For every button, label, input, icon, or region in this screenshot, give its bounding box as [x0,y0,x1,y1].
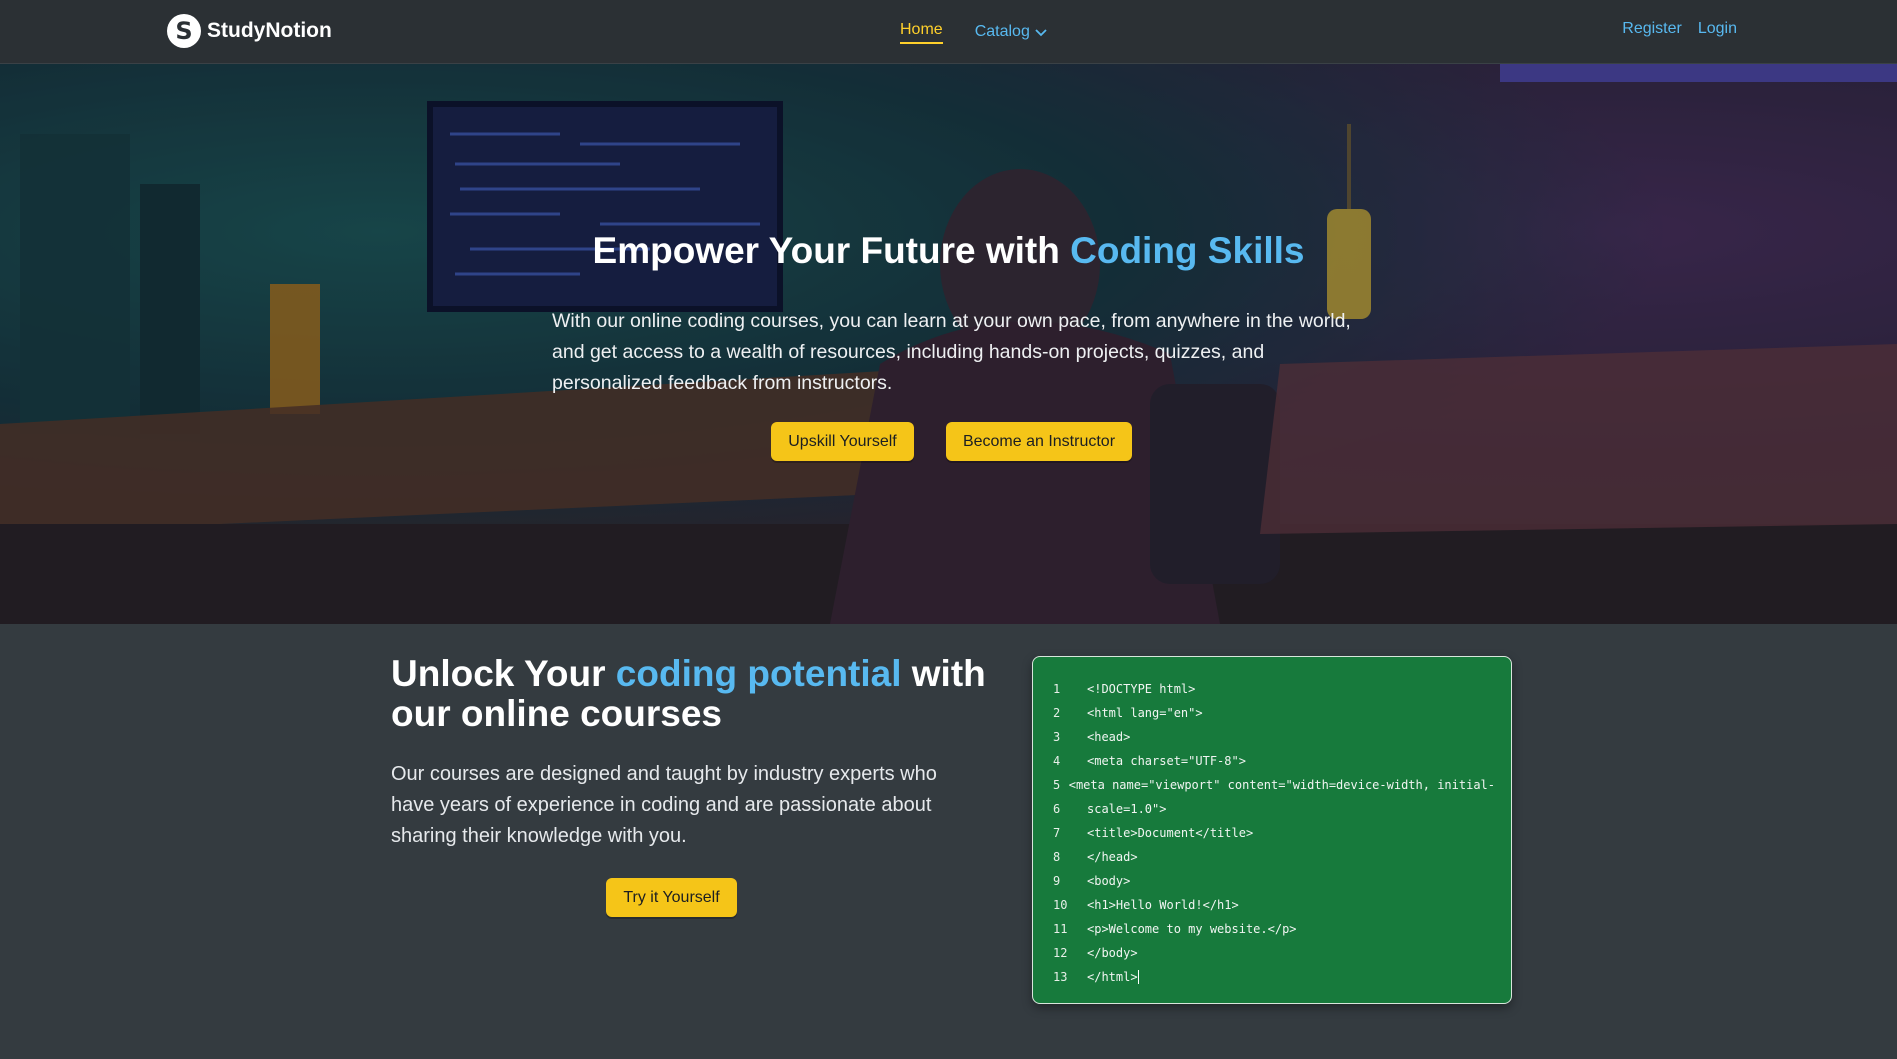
section-title: Unlock Your coding potential with our on… [391,654,991,734]
navbar: S StudyNotion Home Catalog Register Logi… [0,0,1897,64]
nav-catalog-label: Catalog [974,23,1030,40]
line-number: 12 [1053,946,1068,960]
line-number: 3 [1053,730,1061,744]
code-line: 11 <p>Welcome to my website.</p> [1053,917,1495,941]
code-line: 8 </head> [1053,845,1495,869]
main-nav: Home Catalog [900,20,1048,44]
code-text: </html> [1087,970,1138,984]
nav-home-link[interactable]: Home [900,20,943,44]
hero-title-plain: Empower Your Future with [592,230,1071,271]
hero-description: With our online coding courses, you can … [552,310,1351,394]
line-number: 10 [1053,898,1068,912]
section-title-plain-1: Unlock Your [391,653,616,694]
code-line: 12 </body> [1053,941,1495,965]
section-title-accent: coding potential [615,653,902,694]
code-text: </body> [1087,946,1138,960]
code-block: 1 <!DOCTYPE html> 2 <html lang="en"> 3 <hea… [1032,656,1512,1004]
line-number: 1 [1053,682,1061,696]
try-it-yourself-button[interactable]: Try it Yourself [606,878,737,917]
code-text: <p>Welcome to my website.</p> [1087,922,1297,936]
code-line: 7 <title>Document</title> [1053,821,1495,845]
line-number: 5 [1053,778,1061,792]
code-text: <body> [1087,874,1131,888]
code-line: 5 <meta name="viewport" content="width=de… [1053,773,1495,797]
line-number: 6 [1053,802,1061,816]
line-number: 4 [1053,754,1061,768]
code-line: 13 </html> [1053,965,1495,989]
code-line: 4 <meta charset="UTF-8"> [1053,749,1495,773]
code-line: 6 scale=1.0"> [1053,797,1495,821]
code-line: 10 <h1>Hello World!</h1> [1053,893,1495,917]
code-line: 2 <html lang="en"> [1053,701,1495,725]
register-link[interactable]: Register [1622,20,1682,38]
code-line: 1 <!DOCTYPE html> [1053,677,1495,701]
code-text: <meta charset="UTF-8"> [1087,754,1246,768]
code-text: scale=1.0"> [1087,802,1167,816]
login-link[interactable]: Login [1698,20,1737,38]
text-cursor [1137,970,1139,984]
line-number: 7 [1053,826,1061,840]
code-line: 9 <body> [1053,869,1495,893]
code-text: <!DOCTYPE html> [1087,682,1196,696]
code-text: </head> [1087,850,1138,864]
code-text: <meta name="viewport" content="width=dev… [1068,778,1495,792]
line-number: 8 [1053,850,1061,864]
code-text: <title>Document</title> [1087,826,1254,840]
line-number: 9 [1053,874,1061,888]
section-description: Our courses are designed and taught by i… [391,763,937,847]
code-text: <head> [1087,730,1131,744]
auth-links: Register Login [1622,20,1737,38]
become-instructor-button[interactable]: Become an Instructor [946,422,1132,461]
code-text: <html lang="en"> [1087,706,1203,720]
hero-title: Empower Your Future with Coding Skills [0,230,1897,272]
brand-name: StudyNotion [207,19,332,42]
nav-catalog-dropdown[interactable]: Catalog [975,20,1048,44]
hero-content: Empower Your Future with Coding Skills W… [0,64,1897,624]
hero-title-accent: Coding Skills [1070,230,1305,271]
brand-logo-link[interactable]: S StudyNotion [167,14,332,48]
line-number: 11 [1053,922,1068,936]
logo-icon: S [167,14,201,48]
hero-section: Empower Your Future with Coding Skills W… [0,64,1897,624]
code-line: 3 <head> [1053,725,1495,749]
line-number: 2 [1053,706,1061,720]
upskill-yourself-button[interactable]: Upskill Yourself [771,422,914,461]
chevron-down-icon [1035,29,1047,37]
code-text: <h1>Hello World!</h1> [1087,898,1239,912]
line-number: 13 [1053,970,1068,984]
